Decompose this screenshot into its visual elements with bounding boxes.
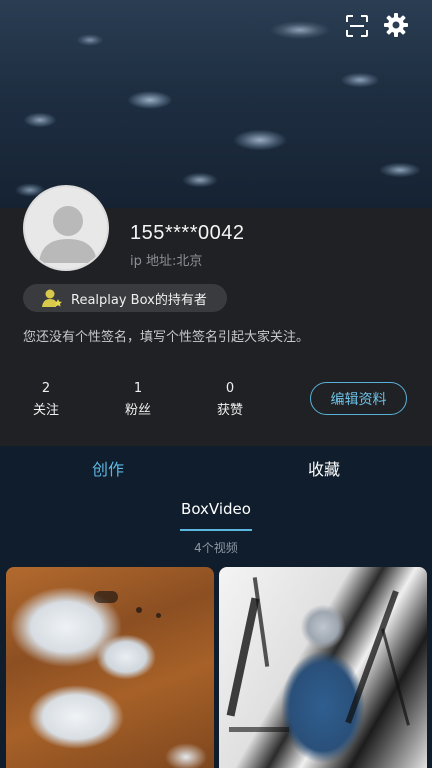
subtab-underline [180,529,252,531]
default-avatar-icon [39,206,97,263]
video-count: 4个视频 [194,541,238,555]
scan-icon[interactable] [345,14,369,38]
signature-text[interactable]: 您还没有个性签名，填写个性签名引起大家关注。 [23,326,309,345]
user-star-icon [42,289,62,307]
badge-label: Realplay Box的持有者 [71,292,207,308]
subtab-boxvideo[interactable]: BoxVideo [160,500,272,518]
edit-profile-button[interactable]: 编辑资料 [310,382,407,415]
stat-fans-value: 1 [133,381,143,396]
stat-following-value: 2 [41,381,51,396]
stat-likes-label: 获赞 [216,403,243,418]
tab-favorites[interactable]: 收藏 [264,456,384,480]
ip-location: ip 地址:北京 [130,254,203,269]
gear-icon[interactable] [383,12,409,38]
owner-badge[interactable]: Realplay Box的持有者 [23,284,227,312]
stat-likes[interactable]: 0 获赞 [200,381,260,418]
video-card[interactable] [219,567,427,768]
tab-creations[interactable]: 创作 [48,456,168,480]
stat-likes-value: 0 [225,381,235,396]
video-card[interactable] [6,567,214,768]
stat-fans[interactable]: 1 粉丝 [108,381,168,418]
content-tabs: 创作 收藏 [0,446,432,490]
stat-following[interactable]: 2 关注 [16,381,76,418]
stat-following-label: 关注 [32,403,59,418]
avatar[interactable] [23,185,109,271]
stat-fans-label: 粉丝 [124,403,151,418]
username: 155****0042 [130,222,245,244]
